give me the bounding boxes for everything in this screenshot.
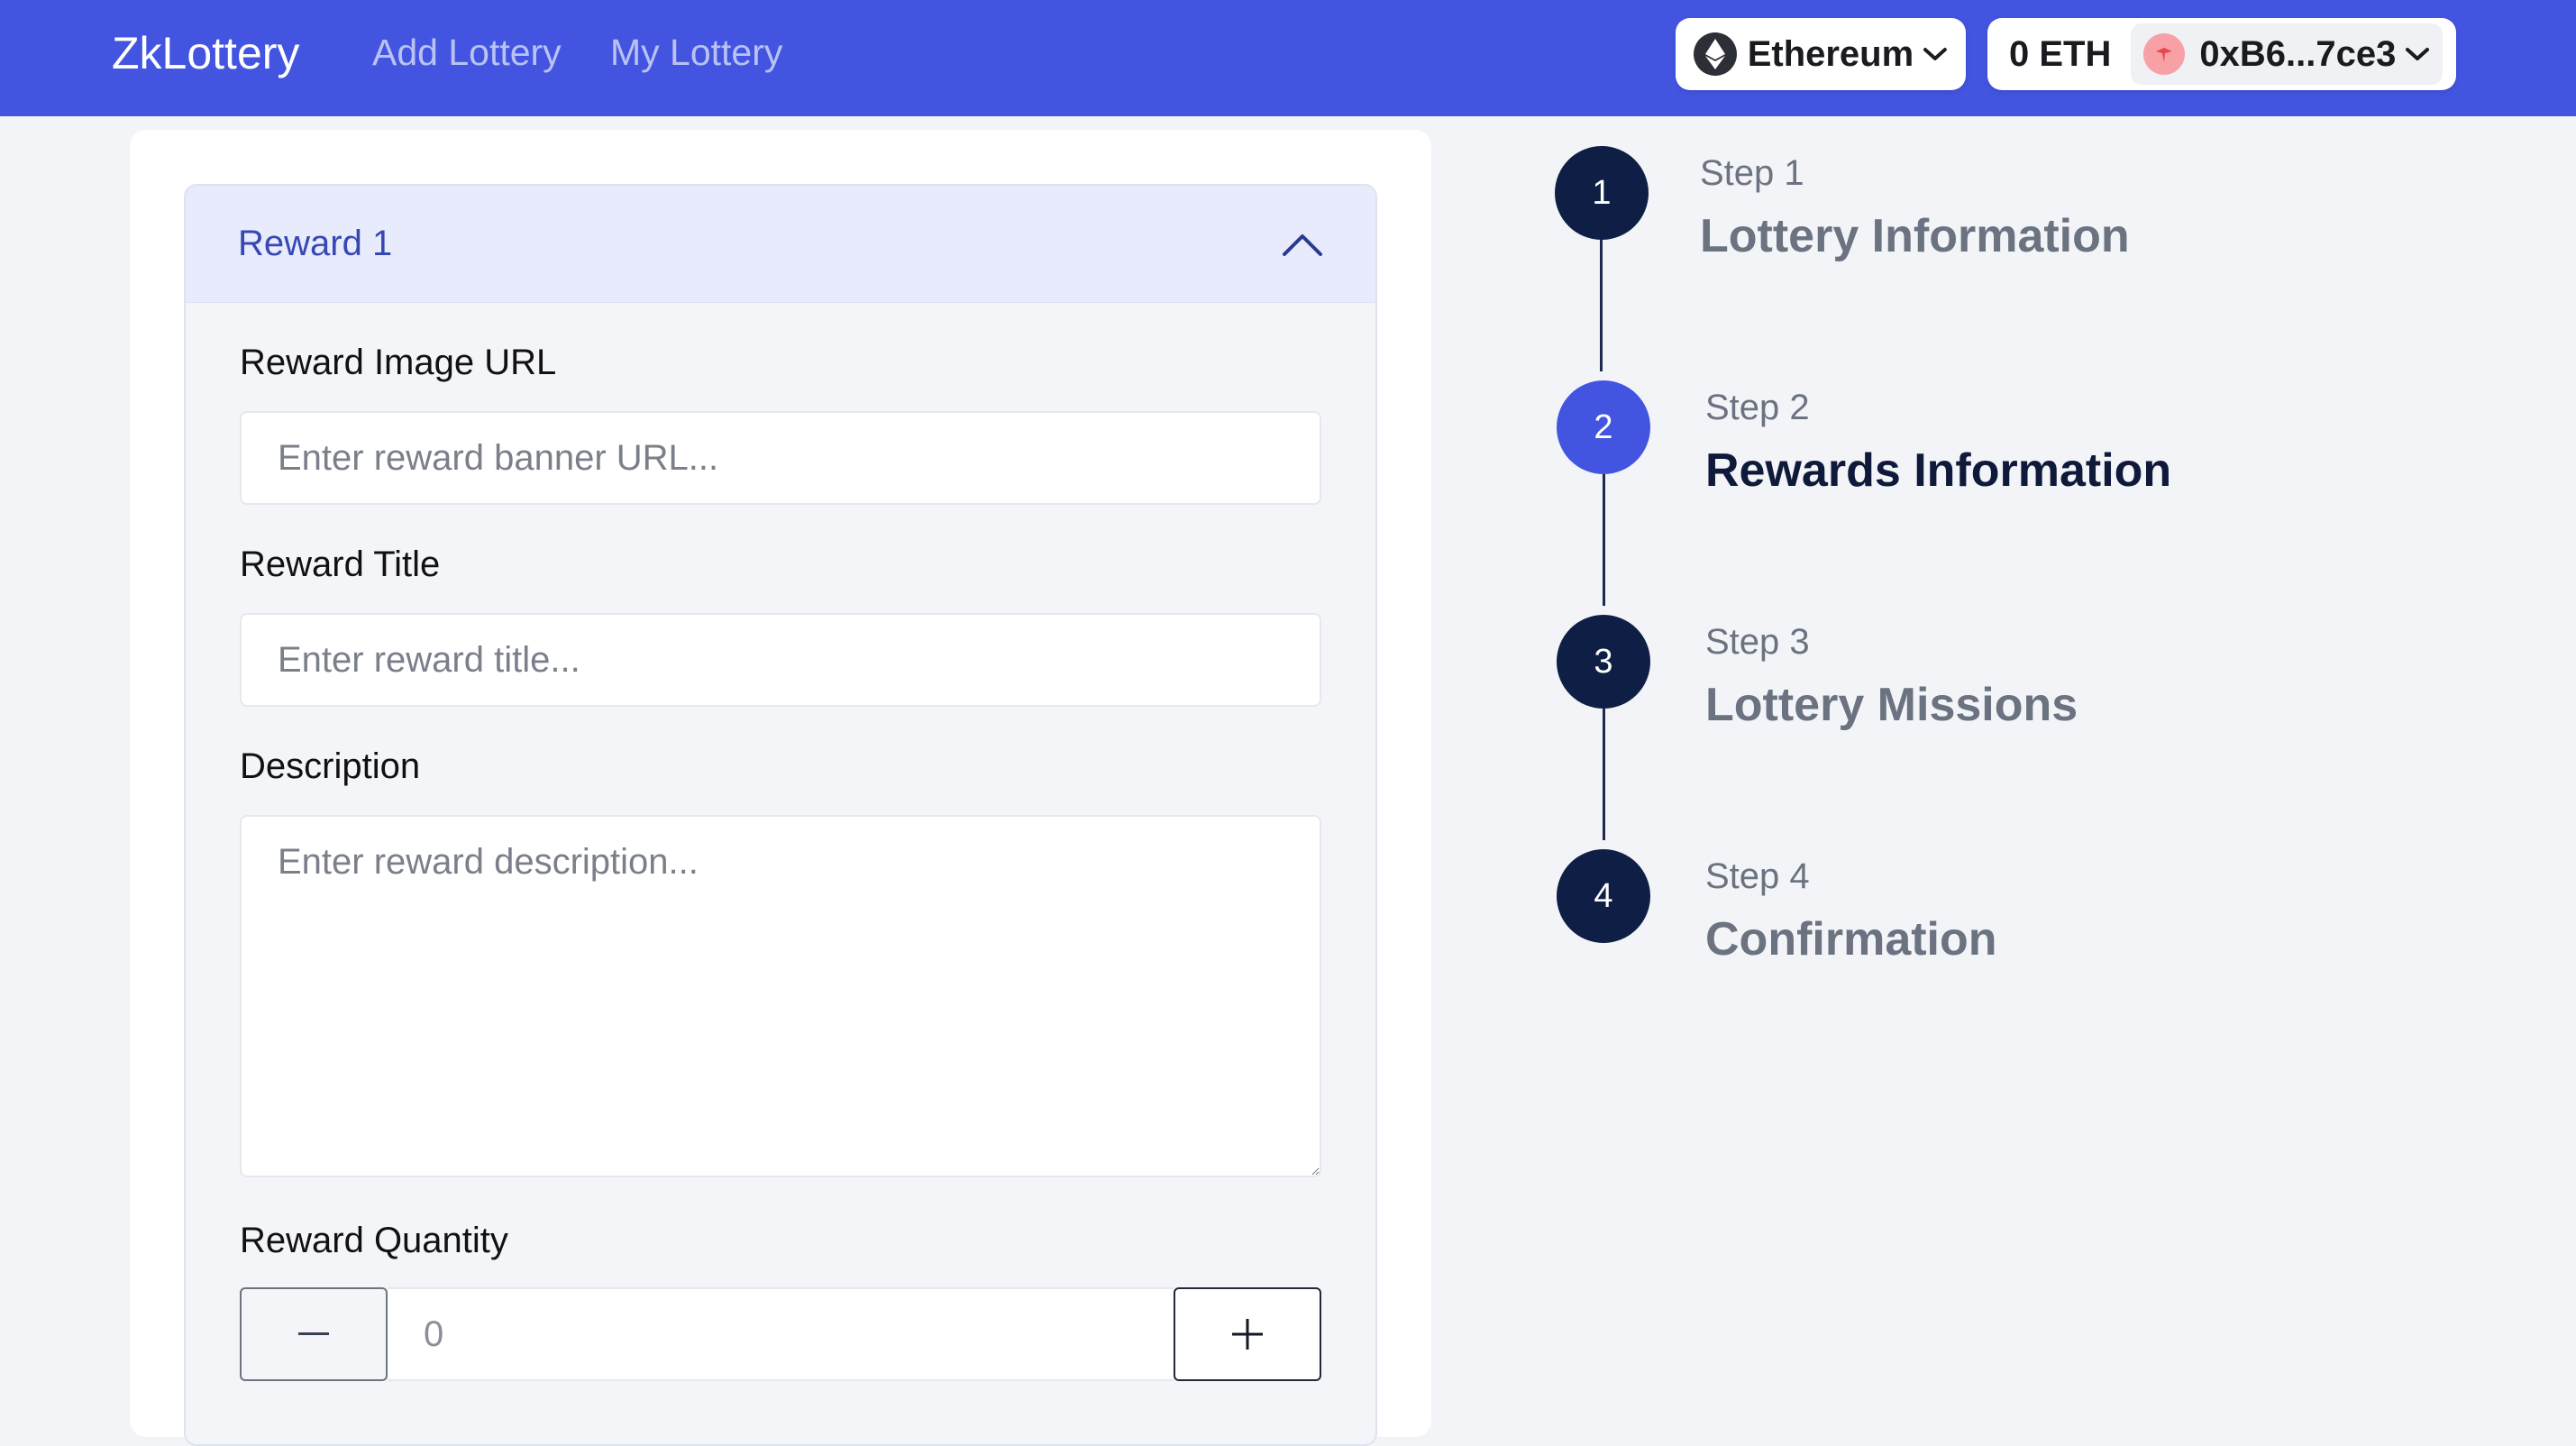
account-button[interactable]: 0xB6...7ce3 — [2131, 23, 2444, 85]
reward-title-input[interactable] — [240, 613, 1321, 707]
nav-my-lottery[interactable]: My Lottery — [610, 32, 782, 74]
wallet-address: 0xB6...7ce3 — [2199, 33, 2397, 74]
description-label: Description — [240, 746, 421, 786]
step-1-label: Step 1 — [1700, 153, 1804, 193]
step-2-circle: 2 — [1557, 380, 1650, 474]
reward-title-label: Reward Title — [240, 545, 441, 584]
quantity-decrement-button[interactable] — [240, 1287, 388, 1381]
account-pill[interactable]: 0 ETH 0xB6...7ce3 — [1987, 18, 2456, 90]
step-1-title: Lottery Information — [1700, 210, 2130, 262]
eth-balance: 0 ETH — [2009, 33, 2112, 74]
chevron-up-icon[interactable] — [1282, 232, 1323, 257]
step-3-label: Step 3 — [1705, 622, 1810, 662]
top-navbar: ZkLottery Add Lottery My Lottery Ethereu… — [0, 0, 2576, 116]
step-4-label: Step 4 — [1705, 856, 1810, 896]
step-2-label: Step 2 — [1705, 388, 1810, 427]
network-name: Ethereum — [1747, 33, 1914, 74]
plus-icon — [1232, 1319, 1263, 1350]
quantity-increment-button[interactable] — [1174, 1287, 1321, 1381]
step-4-circle: 4 — [1557, 849, 1650, 943]
network-selector[interactable]: Ethereum — [1676, 18, 1966, 90]
chevron-down-icon — [2406, 48, 2430, 60]
reward-image-label: Reward Image URL — [240, 343, 557, 382]
reward-quantity-label: Reward Quantity — [240, 1221, 508, 1260]
description-textarea[interactable] — [240, 815, 1321, 1177]
step-4-title: Confirmation — [1705, 913, 1997, 966]
quantity-input[interactable]: 0 — [388, 1287, 1174, 1381]
chevron-down-icon — [1923, 48, 1948, 60]
brand-logo[interactable]: ZkLottery — [112, 27, 299, 79]
reward-image-url-input[interactable] — [240, 411, 1321, 505]
reward-accordion-title: Reward 1 — [238, 224, 393, 263]
step-3-circle: 3 — [1557, 615, 1650, 709]
minus-icon — [298, 1332, 329, 1335]
step-2-title: Rewards Information — [1705, 444, 2172, 497]
step-connector — [1603, 709, 1605, 840]
step-connector — [1600, 240, 1603, 371]
ethereum-icon — [1694, 32, 1737, 76]
step-1-circle: 1 — [1555, 146, 1649, 240]
step-3-title: Lottery Missions — [1705, 679, 2078, 731]
account-avatar — [2143, 33, 2186, 75]
nav-add-lottery[interactable]: Add Lottery — [372, 32, 562, 74]
step-connector — [1603, 474, 1605, 606]
reward-accordion-header[interactable]: Reward 1 — [186, 186, 1375, 303]
